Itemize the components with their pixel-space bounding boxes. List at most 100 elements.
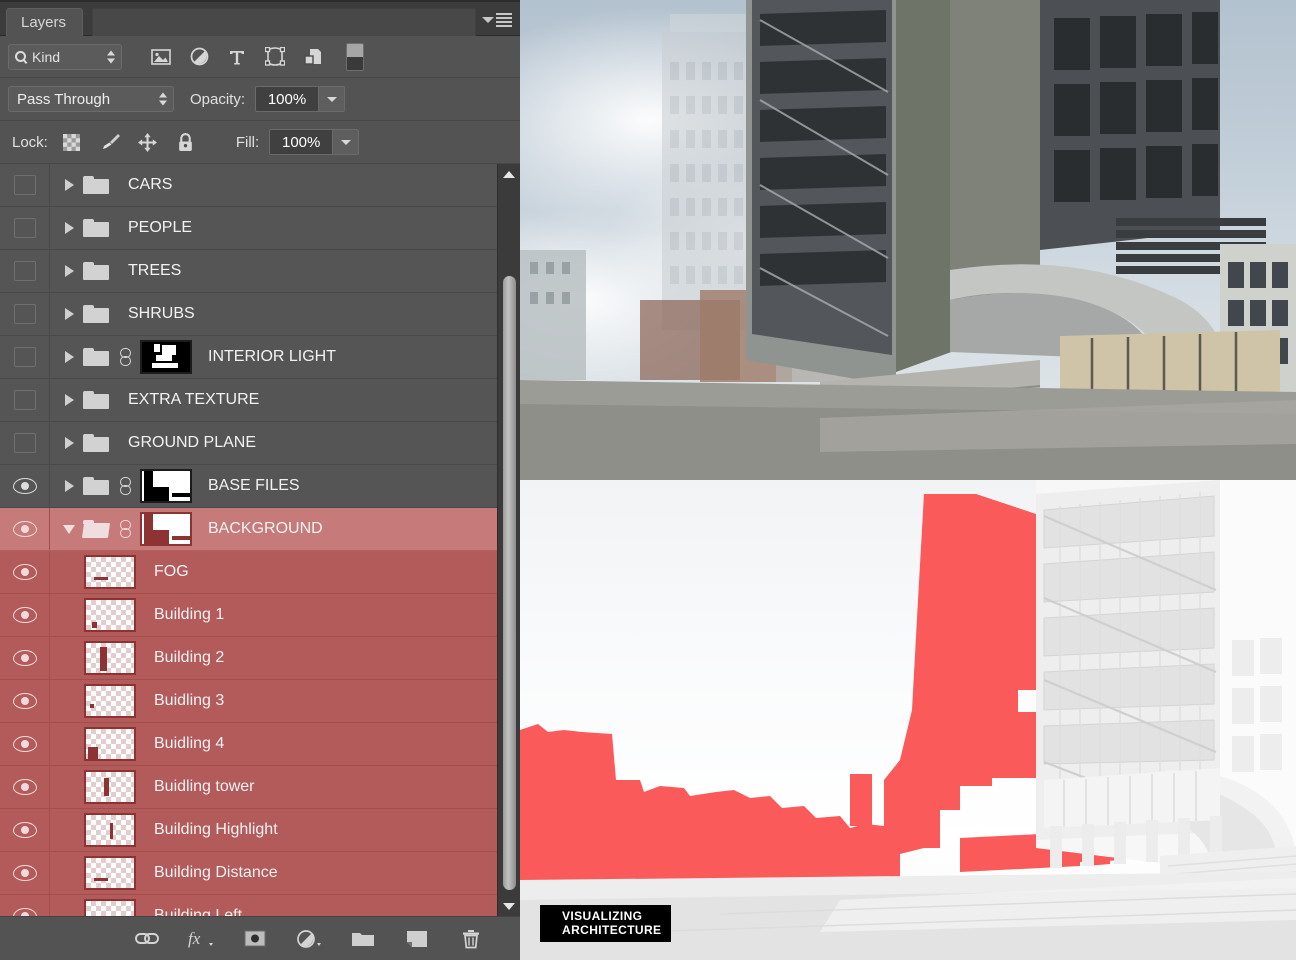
layer-row[interactable]: PEOPLE [0,207,497,250]
shape-layer-filter-icon[interactable] [264,46,286,68]
layer-row[interactable]: Building Distance [0,852,497,895]
layer-visibility-toggle[interactable] [0,465,50,507]
link-indicator-icon[interactable] [116,346,134,368]
layer-name[interactable]: CARS [128,176,172,194]
layer-visibility-toggle[interactable] [0,508,50,550]
link-indicator-icon[interactable] [116,518,134,540]
layer-row[interactable]: BASE FILES [0,465,497,508]
tab-layers[interactable]: Layers [6,8,83,36]
layer-visibility-toggle[interactable] [0,422,50,464]
scrollbar-thumb[interactable] [503,276,516,890]
panel-menu-icon[interactable] [482,11,512,29]
layer-visibility-toggle[interactable] [0,809,50,851]
layer-visibility-toggle[interactable] [0,551,50,593]
layer-name[interactable]: Buidling 4 [154,735,224,753]
disclosure-triangle-closed-icon[interactable] [58,394,80,406]
fill-slider-dropdown[interactable] [333,129,359,155]
layer-name[interactable]: SHRUBS [128,305,195,323]
adjustment-layer-filter-icon[interactable] [188,46,210,68]
layer-name[interactable]: Building 2 [154,649,224,667]
layer-row[interactable]: Building Left [0,895,497,916]
layer-name[interactable]: Building Highlight [154,821,278,839]
blend-mode-select[interactable]: Pass Through [8,86,174,112]
fill-input[interactable]: 100% [269,129,333,155]
filter-enable-toggle[interactable] [346,43,364,71]
layer-thumbnail[interactable] [84,641,136,675]
disclosure-triangle-open-icon[interactable] [58,525,80,534]
layer-row[interactable]: GROUND PLANE [0,422,497,465]
layer-row[interactable]: Building 1 [0,594,497,637]
layer-thumbnail[interactable] [84,813,136,847]
layer-visibility-toggle[interactable] [0,852,50,894]
delete-layer-button[interactable] [458,926,484,952]
link-layers-button[interactable] [134,926,160,952]
lock-image-pixels-icon[interactable] [100,132,120,152]
disclosure-triangle-closed-icon[interactable] [58,308,80,320]
layer-name[interactable]: Buidling 3 [154,692,224,710]
new-adjustment-layer-button[interactable] [296,926,322,952]
layer-thumbnail[interactable] [84,899,136,916]
layer-mask-thumbnail[interactable] [140,340,192,374]
layer-name[interactable]: Buidling tower [154,778,255,796]
layer-thumbnail[interactable] [84,555,136,589]
layer-visibility-toggle[interactable] [0,723,50,765]
layer-mask-thumbnail[interactable] [140,512,192,546]
layer-visibility-toggle[interactable] [0,336,50,378]
layer-visibility-toggle[interactable] [0,594,50,636]
layer-visibility-toggle[interactable] [0,680,50,722]
layer-thumbnail[interactable] [84,598,136,632]
disclosure-triangle-closed-icon[interactable] [58,179,80,191]
disclosure-triangle-closed-icon[interactable] [58,437,80,449]
layer-visibility-toggle[interactable] [0,207,50,249]
layer-visibility-toggle[interactable] [0,766,50,808]
opacity-input[interactable]: 100% [255,86,319,112]
layer-thumbnail[interactable] [84,856,136,890]
filter-kind-select[interactable]: Kind [8,44,122,70]
layer-visibility-toggle[interactable] [0,379,50,421]
layer-name[interactable]: EXTRA TEXTURE [128,391,259,409]
layer-row[interactable]: Building Highlight [0,809,497,852]
disclosure-triangle-closed-icon[interactable] [58,265,80,277]
layer-style-fx-button[interactable]: fx [188,926,214,952]
pixel-layer-filter-icon[interactable] [150,46,172,68]
layer-row[interactable]: FOG [0,551,497,594]
layer-row[interactable]: SHRUBS [0,293,497,336]
layer-row[interactable]: BACKGROUND [0,508,497,551]
disclosure-triangle-closed-icon[interactable] [58,222,80,234]
smart-object-filter-icon[interactable] [302,46,324,68]
layer-thumbnail[interactable] [84,770,136,804]
opacity-slider-dropdown[interactable] [319,86,345,112]
add-layer-mask-button[interactable] [242,926,268,952]
layer-row[interactable]: TREES [0,250,497,293]
layer-visibility-toggle[interactable] [0,293,50,335]
layer-visibility-toggle[interactable] [0,637,50,679]
layer-thumbnail[interactable] [84,727,136,761]
layer-name[interactable]: Building 1 [154,606,224,624]
layer-visibility-toggle[interactable] [0,250,50,292]
disclosure-triangle-closed-icon[interactable] [58,351,80,363]
layer-row[interactable]: Buidling 4 [0,723,497,766]
layer-name[interactable]: FOG [154,563,189,581]
layer-row[interactable]: EXTRA TEXTURE [0,379,497,422]
layer-name[interactable]: BACKGROUND [208,520,323,538]
link-indicator-icon[interactable] [116,475,134,497]
type-layer-filter-icon[interactable] [226,46,248,68]
layer-name[interactable]: INTERIOR LIGHT [208,348,336,366]
layer-name[interactable]: TREES [128,262,181,280]
new-group-button[interactable] [350,926,376,952]
layer-visibility-toggle[interactable] [0,164,50,206]
layer-row[interactable]: Buidling 3 [0,680,497,723]
layer-name[interactable]: GROUND PLANE [128,434,256,452]
disclosure-triangle-closed-icon[interactable] [58,480,80,492]
lock-transparency-icon[interactable] [62,132,82,152]
scroll-up-arrow-icon[interactable] [498,164,520,184]
layer-name[interactable]: BASE FILES [208,477,300,495]
layer-row[interactable]: Building 2 [0,637,497,680]
lock-position-icon[interactable] [138,132,158,152]
layer-name[interactable]: Building Distance [154,864,278,882]
layer-row[interactable]: Buidling tower [0,766,497,809]
layer-name[interactable]: PEOPLE [128,219,192,237]
layer-row[interactable]: INTERIOR LIGHT [0,336,497,379]
layer-visibility-toggle[interactable] [0,895,50,916]
layer-thumbnail[interactable] [84,684,136,718]
